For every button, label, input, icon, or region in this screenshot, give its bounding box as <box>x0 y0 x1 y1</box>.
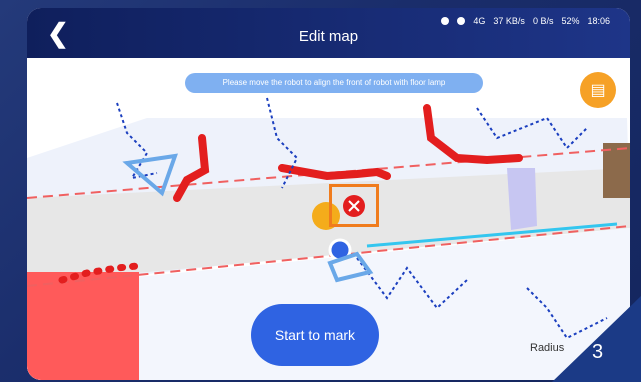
book-button[interactable]: ▤ <box>580 72 616 108</box>
top-bar: ❮ Edit map 4G 37 KB/s 0 B/s 52% 18:06 <box>27 8 630 58</box>
start-to-mark-button[interactable]: Start to mark <box>251 304 379 366</box>
wifi-speed: 0 B/s <box>532 16 554 26</box>
slide-number: 3 <box>592 341 604 363</box>
map-object <box>603 143 630 198</box>
page-title: Edit map <box>298 28 359 45</box>
radius-label: Radius <box>530 342 565 354</box>
highlight-box <box>329 184 379 227</box>
hint-banner: Please move the robot to align the front… <box>185 73 483 93</box>
signal-text: 4G <box>473 16 486 26</box>
app-screen: ❮ Edit map 4G 37 KB/s 0 B/s 52% 18:06 Pl… <box>27 8 630 380</box>
virtual-wall <box>507 168 537 230</box>
location-icon <box>457 17 466 25</box>
status-bar: 4G 37 KB/s 0 B/s 52% 18:06 <box>441 16 610 26</box>
speed-text: 37 KB/s <box>493 16 525 26</box>
map-canvas[interactable]: Please move the robot to align the front… <box>27 58 630 380</box>
notification-icon <box>441 17 450 25</box>
forbidden-zone <box>27 272 139 380</box>
clock-text: 18:06 <box>587 16 610 26</box>
battery-text: 52% <box>561 16 580 26</box>
book-icon: ▤ <box>590 82 606 99</box>
